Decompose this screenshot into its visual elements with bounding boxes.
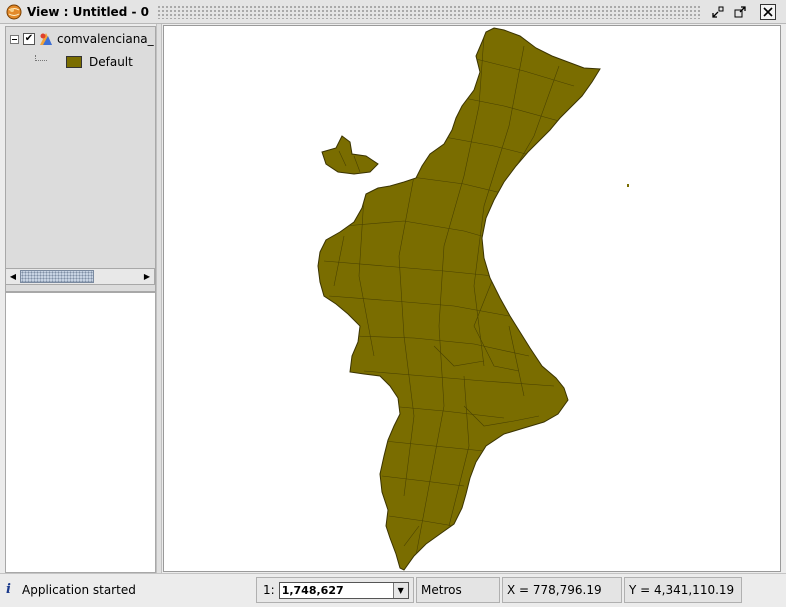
minimize-icon	[712, 6, 724, 18]
info-icon: i	[6, 582, 11, 597]
layer-row[interactable]: ✔ comvalenciana_	[10, 32, 154, 46]
x-coordinate-display: X = 778,796.19	[502, 577, 622, 603]
map-graphic	[317, 27, 629, 571]
scale-value[interactable]: 1,748,627	[280, 584, 344, 597]
title-grip	[156, 4, 702, 19]
legend-swatch[interactable]	[66, 56, 82, 68]
table-of-contents[interactable]: ✔ comvalenciana_ Default	[5, 26, 156, 292]
layer-name[interactable]: comvalenciana_	[57, 32, 154, 46]
view-globe-icon	[6, 4, 22, 19]
legend-label: Default	[89, 55, 133, 69]
maximize-icon	[734, 5, 746, 17]
window-title-bar[interactable]: View : Untitled - 0	[0, 0, 786, 24]
status-message: Application started	[22, 582, 136, 597]
scale-control: 1: 1,748,627 ▼	[256, 577, 414, 603]
scroll-track[interactable]	[20, 269, 140, 284]
scale-combobox[interactable]: 1,748,627 ▼	[278, 581, 409, 599]
units-display: Metros	[416, 577, 500, 603]
window-title: View : Untitled - 0	[27, 4, 149, 19]
enclave-shape	[321, 135, 379, 175]
y-coordinate-display: Y = 4,341,110.19	[624, 577, 742, 603]
scroll-left-icon[interactable]: ◀	[6, 269, 20, 284]
collapse-icon[interactable]	[10, 34, 19, 44]
tree-connector	[35, 55, 47, 61]
scroll-thumb[interactable]	[20, 270, 94, 283]
close-button[interactable]	[760, 3, 776, 20]
island-marker	[627, 184, 629, 187]
layer-visibility-checkbox[interactable]: ✔	[23, 33, 35, 45]
status-bar: i Application started 1: 1,748,627 ▼ Met…	[0, 573, 786, 607]
overview-map[interactable]	[5, 292, 156, 573]
status-message-area: i Application started	[6, 582, 136, 597]
dropdown-arrow-icon[interactable]: ▼	[392, 582, 408, 598]
region-shape	[317, 27, 601, 571]
legend-row[interactable]: Default	[66, 55, 133, 69]
scale-prefix: 1:	[263, 583, 275, 597]
left-panel: ✔ comvalenciana_ Default ◀ ▶	[0, 24, 162, 573]
maximize-button[interactable]	[732, 4, 748, 20]
panel-splitter[interactable]	[156, 24, 162, 573]
close-icon	[763, 6, 773, 17]
map-canvas[interactable]	[163, 25, 781, 572]
minimize-button[interactable]	[710, 4, 726, 20]
vector-layer-icon	[40, 33, 52, 45]
toc-horizontal-scrollbar[interactable]: ◀ ▶	[5, 268, 155, 285]
scroll-right-icon[interactable]: ▶	[140, 269, 154, 284]
